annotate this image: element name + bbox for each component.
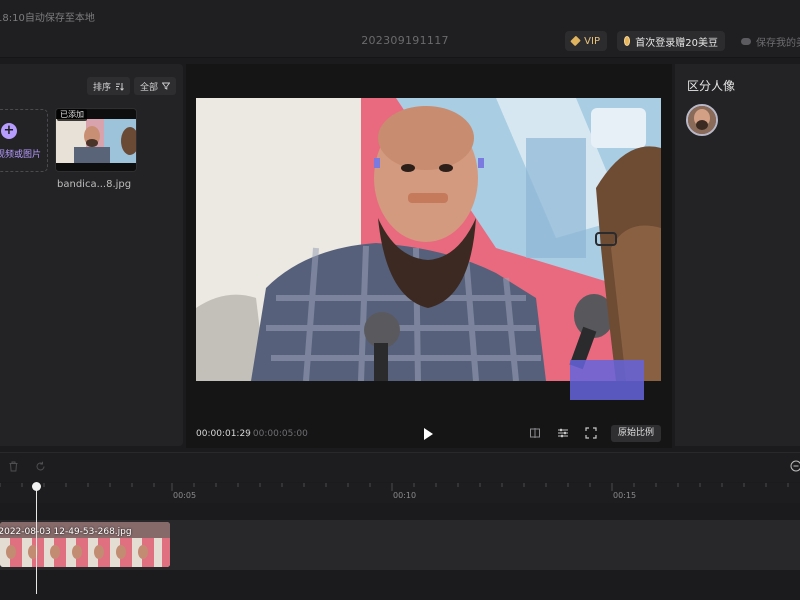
play-icon[interactable] (424, 428, 433, 440)
fullscreen-icon[interactable] (585, 427, 597, 439)
timeline-toolbar (0, 452, 800, 482)
filter-label: 全部 (139, 82, 158, 93)
gift-button[interactable]: 首次登录赠20美豆 (617, 31, 725, 51)
media-filename: bandica...8.jpg (57, 179, 132, 190)
selection-overlay[interactable] (570, 360, 644, 400)
sort-button[interactable]: 排序 (87, 77, 130, 95)
tick-label: 00:15 (613, 491, 637, 500)
sort-icon (116, 82, 124, 91)
playhead-handle[interactable] (32, 482, 41, 491)
face-avatar[interactable] (686, 104, 718, 136)
save-label: 保存我的美 (756, 37, 800, 49)
sort-label: 排序 (92, 82, 111, 93)
gift-label: 首次登录赠20美豆 (635, 37, 718, 49)
video-preview[interactable] (196, 98, 661, 381)
video-frame-image (196, 98, 661, 381)
upload-label: 视频或图片 (0, 150, 42, 160)
vip-button[interactable]: VIP (565, 31, 607, 51)
adjust-icon[interactable] (557, 427, 569, 439)
diamond-icon (570, 35, 581, 47)
cloud-icon (741, 37, 751, 45)
timeline-bottom (0, 572, 800, 600)
playhead[interactable] (36, 486, 37, 594)
face-thumbnail (688, 106, 716, 134)
tick-label: 00:05 (173, 491, 197, 500)
delete-icon[interactable] (8, 461, 19, 472)
added-badge: 已添加 (57, 109, 87, 121)
plus-icon[interactable]: + (1, 123, 17, 139)
aspect-ratio-button[interactable]: 原始比例 (611, 425, 661, 442)
coin-icon (624, 36, 631, 46)
split-compare-icon[interactable] (529, 427, 541, 439)
total-time: / 00:00:05:00 (247, 429, 308, 439)
project-title[interactable]: 202309191117 (340, 34, 470, 47)
filter-icon (162, 82, 170, 90)
portrait-panel-title: 区分人像 (687, 79, 736, 93)
upload-tile[interactable] (0, 109, 48, 172)
clip-filename: o 2022-08-03 12-49-53-268.jpg (0, 527, 132, 537)
rotate-icon[interactable] (35, 461, 46, 472)
autosave-status: 18:10自动保存至本地 (0, 13, 95, 24)
vip-label: VIP (584, 35, 600, 47)
zoom-out-icon[interactable] (790, 460, 800, 472)
current-time: 00:00:01:29 (196, 429, 251, 439)
tick-label: 00:10 (393, 491, 417, 500)
filter-button[interactable]: 全部 (134, 77, 176, 95)
save-button[interactable]: 保存我的美 (734, 31, 800, 51)
